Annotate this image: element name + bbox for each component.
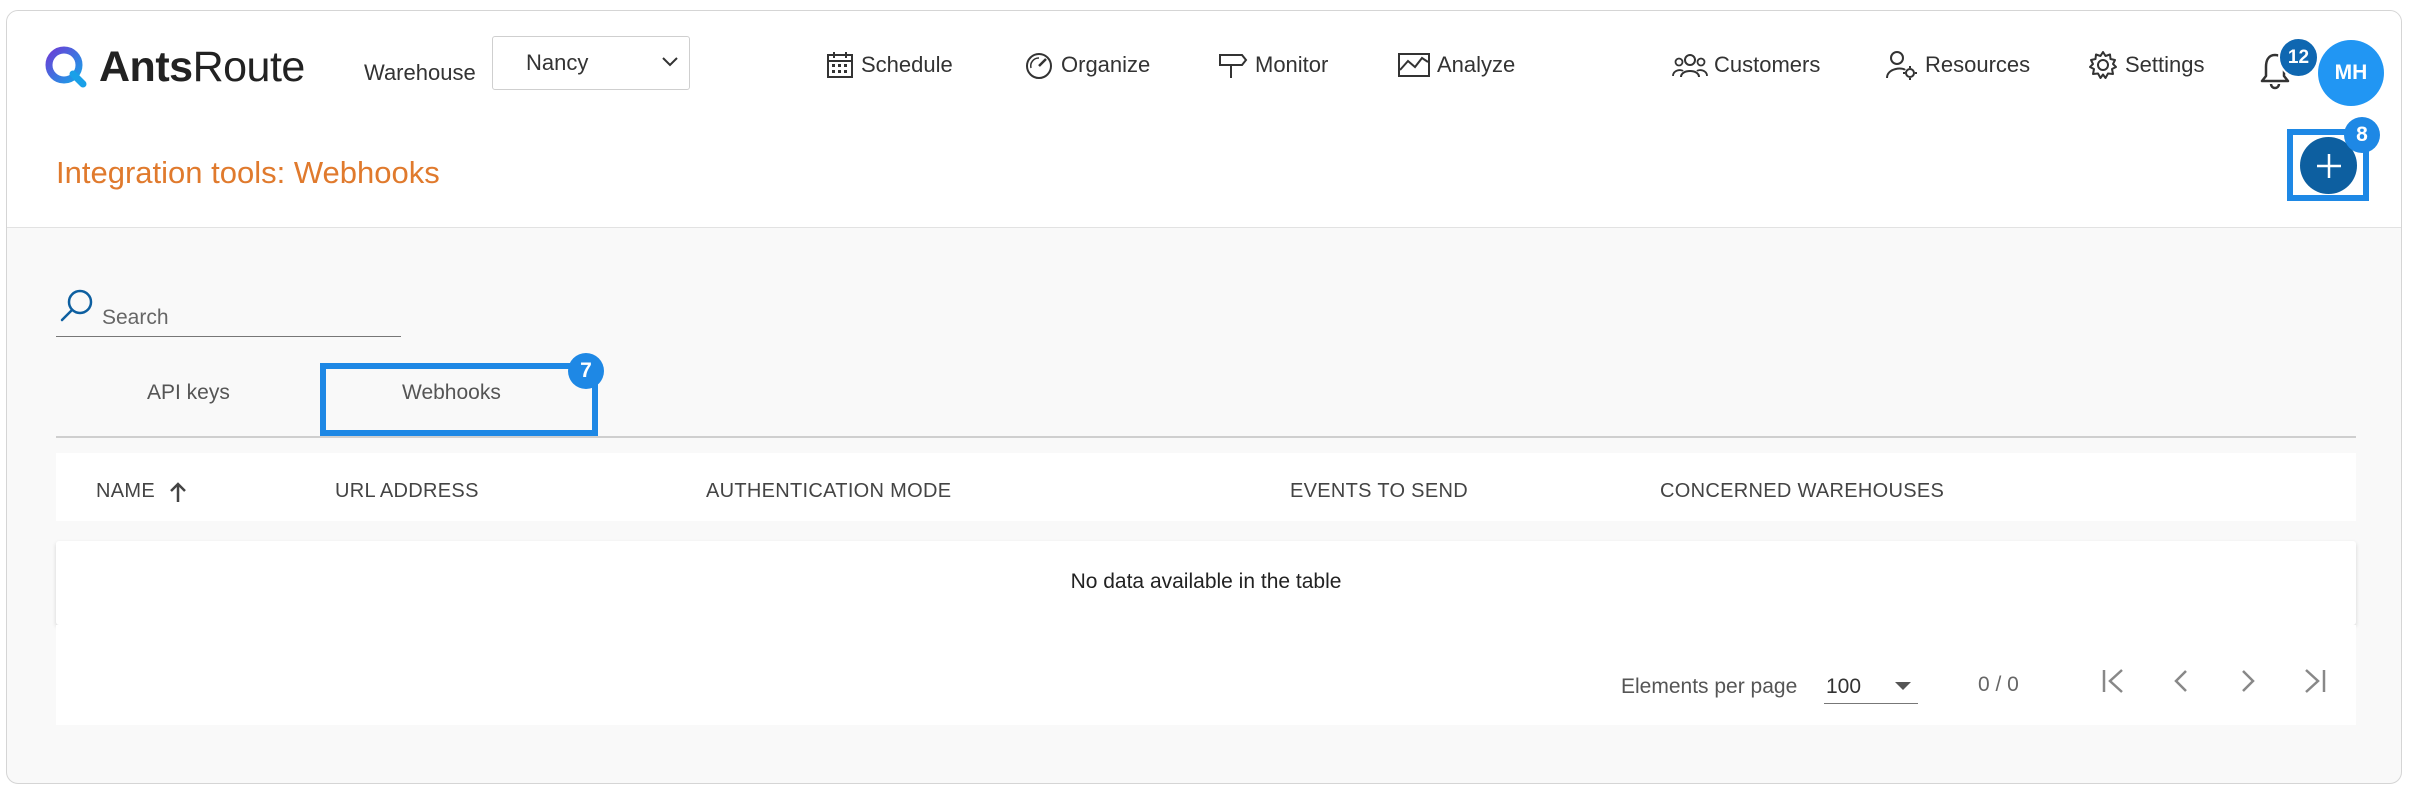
search-icon [60, 289, 93, 322]
tab-api-keys[interactable]: API keys [147, 381, 230, 405]
tabs-divider [56, 436, 2356, 438]
nav-settings-label: Settings [2125, 52, 2205, 77]
warehouse-select[interactable]: Nancy [492, 36, 690, 90]
user-avatar[interactable]: MH [2318, 40, 2384, 106]
nav-customers-label: Customers [1714, 52, 1821, 77]
tab-webhooks[interactable]: Webhooks [402, 381, 501, 405]
column-header-auth[interactable]: AUTHENTICATION MODE [706, 480, 951, 503]
column-header-url[interactable]: URL ADDRESS [335, 480, 479, 503]
nav-schedule-label: Schedule [861, 52, 953, 77]
caret-down-icon [1895, 682, 1911, 690]
nav-resources[interactable]: Resources [1885, 45, 2030, 85]
gauge-icon [1026, 53, 1052, 79]
nav-organize[interactable]: Organize [1023, 45, 1150, 85]
page-header: Integration tools: Webhooks [7, 117, 2401, 228]
table-empty-row: No data available in the table [56, 541, 2356, 625]
arrow-up-icon [170, 481, 186, 502]
nav-organize-label: Organize [1061, 52, 1151, 77]
nav-resources-label: Resources [1925, 52, 2031, 77]
logo-icon [45, 46, 87, 88]
column-header-name[interactable]: NAME [96, 480, 187, 503]
top-navigation-bar: AntsRoute Warehouse Nancy Schedule Organ… [7, 11, 2401, 118]
antsroute-logo[interactable]: AntsRoute [43, 39, 305, 95]
warehouse-select-value: Nancy [526, 50, 589, 75]
gear-icon [2089, 51, 2117, 79]
highlight-badge-webhooks: 7 [568, 353, 604, 389]
user-gear-icon [1886, 51, 1917, 80]
last-page-icon[interactable] [2296, 665, 2330, 697]
nav-monitor-label: Monitor [1255, 52, 1329, 77]
table-header: NAME URL ADDRESS AUTHENTICATION MODE EVE… [56, 453, 2356, 521]
nav-customers[interactable]: Customers [1672, 45, 1820, 85]
pagination-range: 0 / 0 [1978, 673, 2019, 696]
nav-settings[interactable]: Settings [2087, 45, 2205, 85]
chevron-down-icon [662, 57, 678, 67]
signpost-icon [1219, 54, 1248, 78]
per-page-label: Elements per page [1621, 675, 1798, 698]
plus-icon [2316, 153, 2341, 178]
table-pagination: Elements per page 100 0 / 0 [56, 625, 2356, 725]
first-page-icon[interactable] [2098, 665, 2132, 697]
app-window: AntsRoute Warehouse Nancy Schedule Organ… [6, 10, 2402, 784]
per-page-value: 100 [1826, 675, 1862, 698]
column-name-label: NAME [96, 480, 155, 502]
calendar-icon [827, 52, 853, 78]
column-header-warehouses[interactable]: CONCERNED WAREHOUSES [1660, 480, 1944, 503]
previous-page-icon[interactable] [2166, 665, 2196, 697]
notification-badge: 12 [2278, 37, 2319, 78]
highlight-badge-add: 8 [2344, 117, 2380, 153]
empty-message: No data available in the table [1070, 570, 1342, 593]
next-page-icon[interactable] [2233, 665, 2263, 697]
search-input[interactable] [100, 303, 394, 333]
logo-text: AntsRoute [99, 42, 305, 91]
nav-analyze-label: Analyze [1437, 52, 1516, 77]
nav-analyze[interactable]: Analyze [1397, 45, 1515, 85]
column-header-events[interactable]: EVENTS TO SEND [1290, 480, 1468, 503]
nav-monitor[interactable]: Monitor [1217, 45, 1328, 85]
chart-line-icon [1398, 53, 1430, 77]
nav-schedule[interactable]: Schedule [825, 45, 953, 85]
per-page-select[interactable]: 100 [1824, 667, 1918, 704]
warehouse-label: Warehouse [364, 60, 476, 85]
search-box[interactable] [56, 284, 401, 337]
users-icon [1672, 54, 1708, 78]
page-title: Integration tools: Webhooks [56, 155, 440, 190]
